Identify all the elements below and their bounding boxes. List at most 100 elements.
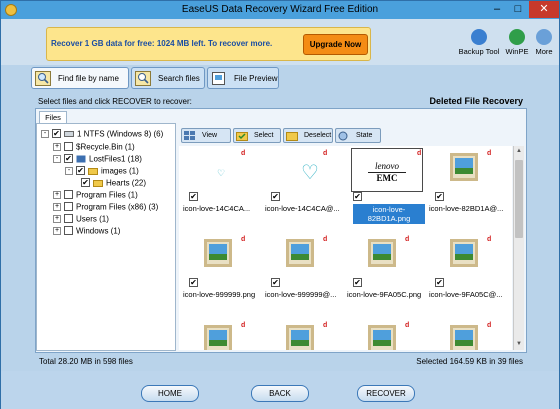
- tree-expander[interactable]: +: [53, 226, 61, 235]
- tree-expander[interactable]: +: [53, 202, 61, 211]
- tree-expander[interactable]: -: [65, 166, 73, 175]
- tree-checkbox[interactable]: ✔: [81, 178, 90, 188]
- tree-checkbox[interactable]: [64, 142, 73, 152]
- minimize-button[interactable]: –: [487, 1, 507, 18]
- file-grid-scrollbar[interactable]: ▲ ▼: [513, 146, 524, 350]
- deselect-button[interactable]: Deselect: [283, 128, 333, 143]
- deleted-marker: d: [241, 236, 246, 243]
- tree-node-label: Program Files (x86) (3): [76, 202, 159, 212]
- folder-icon: [93, 179, 103, 187]
- tree-expander[interactable]: +: [53, 214, 61, 223]
- tree-node[interactable]: - ✔ images (1): [65, 166, 139, 178]
- total-files-status: Total 28.20 MB in 598 files: [39, 357, 133, 366]
- file-item[interactable]: d ✔ icon-love-82BD1A@...: [427, 146, 509, 230]
- tree-node[interactable]: - ✔ LostFiles1 (18): [53, 154, 142, 166]
- heart-thumbnail-icon: ♡: [217, 168, 226, 178]
- home-button[interactable]: HOME: [141, 385, 199, 402]
- scroll-up-arrow-icon[interactable]: ▲: [514, 146, 524, 156]
- app-window: EaseUS Data Recovery Wizard Free Edition…: [0, 0, 560, 409]
- maximize-button[interactable]: □: [508, 1, 528, 18]
- file-checkbox[interactable]: ✔: [271, 278, 280, 287]
- tree-checkbox[interactable]: [64, 202, 73, 212]
- file-name: icon-love-14C4CA...: [183, 204, 251, 213]
- tree-checkbox[interactable]: [64, 214, 73, 224]
- file-checkbox[interactable]: ✔: [189, 278, 198, 287]
- file-checkbox[interactable]: ✔: [271, 192, 280, 201]
- deleted-marker: d: [487, 150, 492, 157]
- file-checkbox[interactable]: ✔: [353, 192, 362, 201]
- tab-file-preview-label: File Preview: [234, 74, 278, 83]
- file-item[interactable]: d ✔ icon-love-999999@...: [263, 232, 345, 316]
- file-item[interactable]: ♡ d ✔ icon-love-14C4CA@...: [263, 146, 345, 230]
- file-item[interactable]: d: [181, 318, 263, 350]
- file-item[interactable]: d: [345, 318, 427, 350]
- tree-checkbox[interactable]: [64, 226, 73, 236]
- file-item-selected[interactable]: lenovo EMC d ✔ icon-love-82BD1A.png: [345, 146, 427, 230]
- tree-expander[interactable]: +: [53, 142, 61, 151]
- tree-node[interactable]: ✔ Hearts (22): [81, 178, 146, 190]
- file-item[interactable]: d: [263, 318, 345, 350]
- tree-node[interactable]: + Windows (1): [53, 226, 120, 238]
- title-bar: EaseUS Data Recovery Wizard Free Edition…: [1, 1, 559, 19]
- scrollbar-thumb[interactable]: [515, 160, 523, 238]
- image-thumbnail: [201, 236, 237, 272]
- file-name: icon-love-999999.png: [183, 290, 256, 299]
- tree-expander[interactable]: +: [53, 190, 61, 199]
- image-file-icon: [450, 239, 478, 267]
- file-item[interactable]: d ✔ icon-love-999999.png: [181, 232, 263, 316]
- backup-tool-button[interactable]: Backup Tool: [456, 29, 502, 56]
- file-item[interactable]: ♡ d ✔ icon-love-14C4CA...: [181, 146, 263, 230]
- tab-files[interactable]: Files: [39, 111, 67, 123]
- more-button[interactable]: More: [533, 29, 555, 56]
- image-thumbnail: [283, 236, 319, 272]
- drive-icon: [64, 130, 74, 137]
- tree-node-label: Program Files (1): [76, 190, 138, 200]
- back-button[interactable]: BACK: [251, 385, 309, 402]
- file-checkbox[interactable]: ✔: [435, 192, 444, 201]
- file-item[interactable]: d ✔ icon-love-9FA05C@...: [427, 232, 509, 316]
- deleted-marker: d: [487, 236, 492, 243]
- view-button[interactable]: View: [181, 128, 231, 143]
- tab-search-files[interactable]: Search files: [131, 67, 205, 89]
- tree-node[interactable]: + $Recycle.Bin (1): [53, 142, 135, 154]
- tree-expander[interactable]: -: [53, 154, 61, 163]
- file-preview-icon: [212, 72, 225, 85]
- deselect-button-label: Deselect: [304, 132, 332, 139]
- file-item[interactable]: d ✔ icon-love-9FA05C.png: [345, 232, 427, 316]
- scroll-down-arrow-icon[interactable]: ▼: [514, 339, 524, 349]
- tree-node[interactable]: + Program Files (x86) (3): [53, 202, 158, 214]
- close-button[interactable]: ✕: [529, 1, 559, 18]
- select-icon: [236, 132, 248, 141]
- image-thumbnail: [365, 322, 401, 350]
- tree-node[interactable]: + Program Files (1): [53, 190, 138, 202]
- tab-find-file-by-name[interactable]: Find file by name: [31, 67, 129, 89]
- file-checkbox[interactable]: ✔: [353, 278, 362, 287]
- promo-text: Recover 1 GB data for free: 1024 MB left…: [51, 39, 273, 48]
- tree-checkbox[interactable]: ✔: [76, 166, 85, 176]
- tree-node[interactable]: + Users (1): [53, 214, 109, 226]
- tree-checkbox[interactable]: [64, 190, 73, 200]
- file-item[interactable]: d: [427, 318, 509, 350]
- lost-files-icon: [76, 155, 86, 163]
- tree-node-label: images (1): [101, 166, 139, 176]
- tree-expander[interactable]: -: [41, 129, 49, 138]
- deleted-marker: d: [405, 322, 410, 329]
- deleted-marker: d: [323, 322, 328, 329]
- state-button[interactable]: State: [335, 128, 381, 143]
- tree-checkbox[interactable]: ✔: [64, 154, 73, 164]
- image-file-icon: [450, 153, 478, 181]
- upgrade-now-button[interactable]: Upgrade Now: [303, 34, 368, 55]
- tree-checkbox[interactable]: ✔: [52, 129, 61, 139]
- tree-node[interactable]: - ✔ 1 NTFS (Windows 8) (6): [41, 129, 163, 141]
- winpe-label: WinPE: [505, 47, 529, 56]
- thumbnail-text-top: lenovo: [375, 161, 399, 171]
- file-name: icon-love-14C4CA@...: [265, 204, 340, 213]
- winpe-button[interactable]: WinPE: [504, 29, 530, 56]
- tab-file-preview[interactable]: File Preview: [207, 67, 279, 89]
- select-button[interactable]: Select: [233, 128, 281, 143]
- promo-box: Recover 1 GB data for free: 1024 MB left…: [46, 27, 371, 61]
- file-checkbox[interactable]: ✔: [189, 192, 198, 201]
- file-checkbox[interactable]: ✔: [435, 278, 444, 287]
- lenovo-emc-thumbnail: lenovo EMC: [351, 148, 423, 192]
- recover-button[interactable]: RECOVER: [357, 385, 415, 402]
